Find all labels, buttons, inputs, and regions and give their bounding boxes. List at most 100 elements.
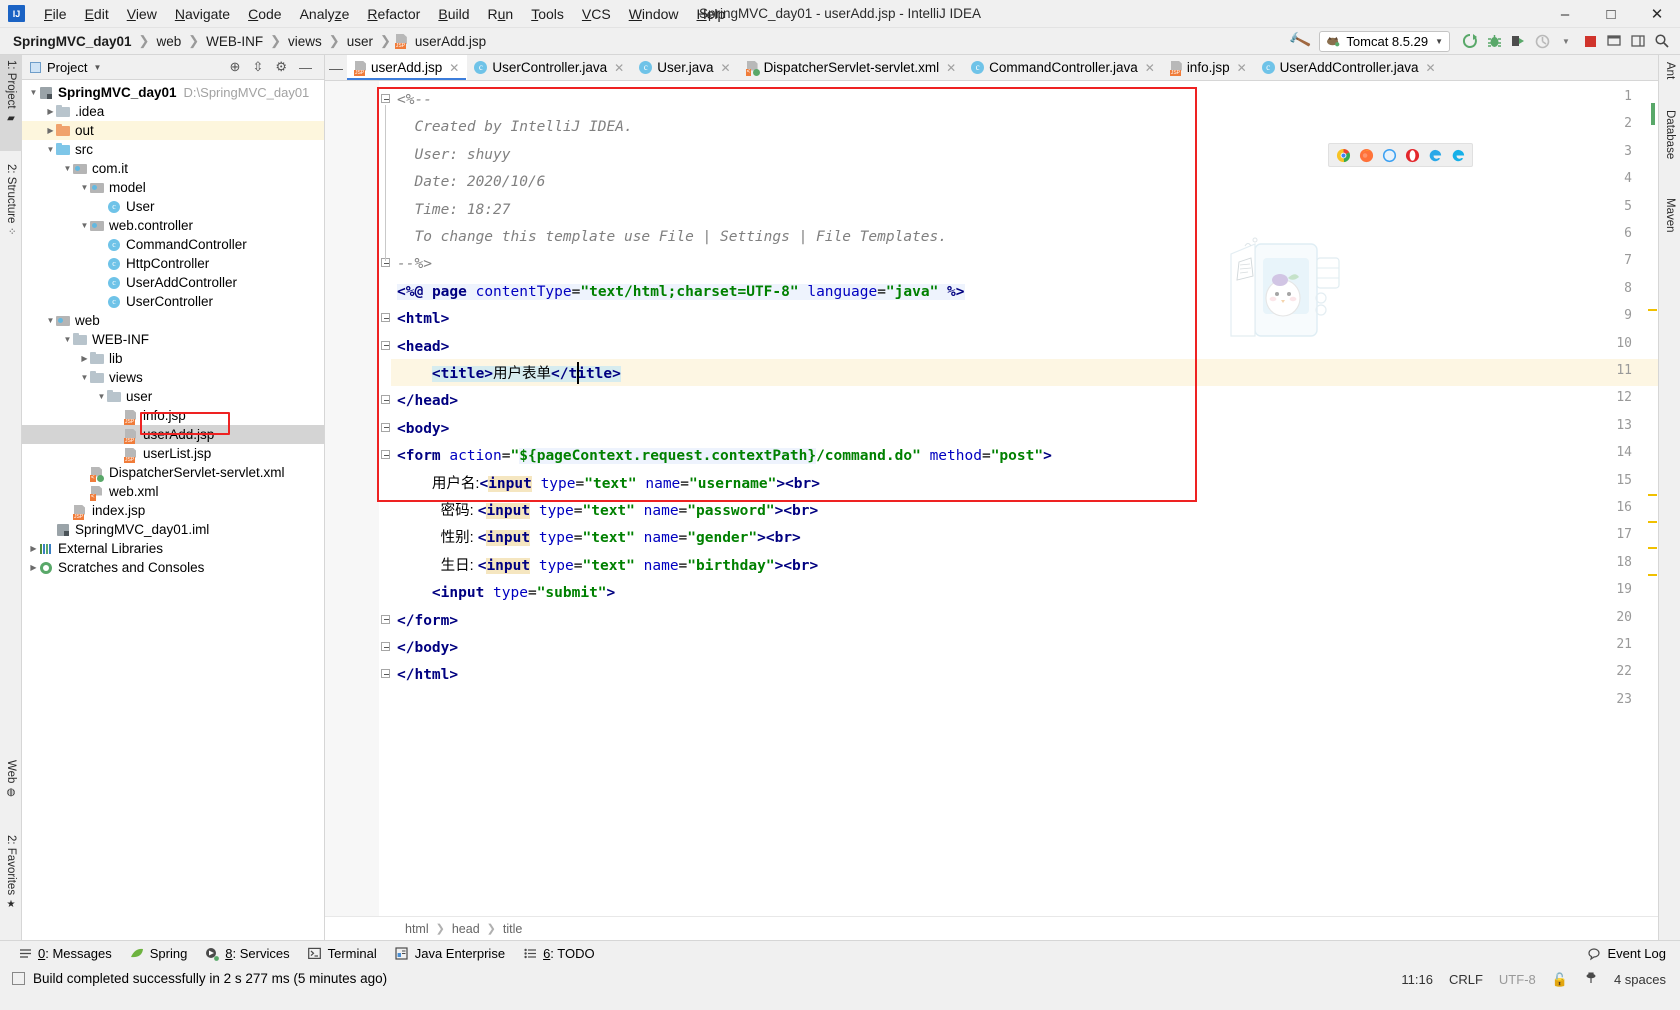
tree-node-userlist-jsp[interactable]: ▶ userList.jsp — [22, 444, 324, 463]
chrome-icon[interactable] — [1335, 147, 1351, 163]
run-configuration-selector[interactable]: Tomcat 8.5.29 ▼ — [1319, 30, 1450, 52]
tree-expand-arrow[interactable]: ▶ — [96, 297, 107, 306]
bottom-tab-6-todo[interactable]: 6: TODO — [523, 946, 595, 961]
tree-node-useradd-jsp[interactable]: ▶ userAdd.jsp — [22, 425, 324, 444]
editor-marker-bar[interactable] — [1646, 81, 1658, 940]
collapse-all-icon[interactable]: ⇳ — [252, 59, 263, 75]
hide-icon[interactable]: — — [299, 60, 312, 75]
code-line[interactable]: </body> — [391, 635, 458, 662]
close-icon[interactable]: ✕ — [1145, 61, 1155, 75]
sidebar-tab-project[interactable]: 1: Project ▰ — [0, 55, 22, 151]
warning-marker[interactable] — [1648, 494, 1657, 496]
code-line[interactable]: Time: 18:27 — [391, 197, 510, 224]
code-line[interactable]: 性别: <input type="text" name="gender"><br… — [391, 525, 801, 552]
breadcrumb-item-views[interactable]: views — [285, 33, 325, 50]
opera-icon[interactable] — [1404, 147, 1420, 163]
code-fold-marker[interactable] — [381, 313, 390, 323]
tree-node-info-jsp[interactable]: ▶ info.jsp — [22, 406, 324, 425]
tree-node-springmvc-day01-iml[interactable]: ▶ SpringMVC_day01.iml — [22, 520, 324, 539]
code-line[interactable]: User: shuyy — [391, 142, 510, 169]
edge-legacy-icon[interactable] — [1427, 147, 1443, 163]
hammer-icon[interactable]: 🔨 — [1287, 28, 1313, 54]
code-line[interactable]: 用户名:<input type="text" name="username"><… — [391, 471, 820, 498]
tree-expand-arrow[interactable]: ▼ — [62, 164, 73, 173]
warning-marker[interactable] — [1648, 309, 1657, 311]
tree-expand-arrow[interactable]: ▼ — [79, 373, 90, 382]
tree-expand-arrow[interactable]: ▶ — [113, 411, 124, 420]
bottom-tab-0-messages[interactable]: 0: Messages — [18, 946, 112, 961]
tree-expand-arrow[interactable]: ▼ — [96, 392, 107, 401]
target-icon[interactable]: ⊕ — [230, 59, 241, 75]
tree-node-index-jsp[interactable]: ▶ index.jsp — [22, 501, 324, 520]
build-status-message[interactable]: Build completed successfully in 2 s 277 … — [12, 971, 387, 986]
code-line[interactable]: Date: 2020/10/6 — [391, 169, 545, 196]
maximize-button[interactable]: □ — [1588, 0, 1634, 28]
tree-node-web-controller[interactable]: ▼ web.controller — [22, 216, 324, 235]
code-line[interactable]: 密码: <input type="text" name="password"><… — [391, 498, 818, 525]
code-line[interactable]: <%@ page contentType="text/html;charset=… — [391, 279, 965, 306]
code-fold-marker[interactable] — [381, 642, 390, 651]
warning-marker[interactable] — [1648, 547, 1657, 549]
code-line[interactable]: </head> — [391, 388, 458, 415]
bottom-tab-java-enterprise[interactable]: Java Enterprise — [395, 946, 505, 961]
code-line[interactable]: 生日: <input type="text" name="birthday"><… — [391, 553, 818, 580]
tree-expand-arrow[interactable]: ▶ — [45, 525, 56, 534]
close-icon[interactable]: ✕ — [1237, 61, 1247, 75]
code-line[interactable]: <head> — [391, 334, 449, 361]
tree-node-out[interactable]: ▶ out — [22, 121, 324, 140]
tree-node-springmvc-day01[interactable]: ▼ SpringMVC_day01 D:\SpringMVC_day01 — [22, 83, 324, 102]
code-line[interactable]: <input type="submit"> — [391, 580, 615, 607]
tree-expand-arrow[interactable]: ▼ — [62, 335, 73, 344]
event-log-button[interactable]: Event Log — [1587, 946, 1666, 961]
stop-icon[interactable] — [1579, 30, 1601, 52]
code-fold-marker[interactable] — [381, 94, 390, 103]
code-line[interactable]: To change this template use File | Setti… — [391, 224, 947, 251]
tree-expand-arrow[interactable]: ▶ — [113, 430, 124, 439]
tree-node-scratches-and-consoles[interactable]: ▶ Scratches and Consoles — [22, 558, 324, 577]
debug-icon[interactable] — [1483, 30, 1505, 52]
code-line[interactable]: <form action="${pageContext.request.cont… — [391, 443, 1052, 470]
chevron-down-icon[interactable]: ▼ — [93, 63, 101, 72]
editor-breadcrumb-title[interactable]: title — [503, 922, 522, 936]
tree-expand-arrow[interactable]: ▶ — [79, 487, 90, 496]
tree-expand-arrow[interactable]: ▶ — [45, 107, 56, 116]
menu-code[interactable]: Code — [239, 3, 290, 25]
sidebar-tab-ant[interactable]: Ant — [1659, 57, 1680, 99]
tree-expand-arrow[interactable]: ▶ — [28, 544, 39, 553]
editor-tab-useraddcontroller-java[interactable]: c UserAddController.java ✕ — [1255, 55, 1444, 80]
code-fold-marker[interactable] — [381, 450, 390, 460]
run-with-coverage-icon[interactable] — [1507, 30, 1529, 52]
menu-refactor[interactable]: Refactor — [358, 3, 429, 25]
unlocked-icon[interactable]: 🔓 — [1552, 972, 1568, 988]
menu-help[interactable]: Help — [688, 3, 735, 25]
editor-tab-bar[interactable]: — userAdd.jsp ✕ c UserController.java ✕ c User… — [325, 55, 1658, 81]
menu-window[interactable]: Window — [620, 3, 688, 25]
indent-setting[interactable]: 4 spaces — [1614, 972, 1666, 987]
breadcrumb-item-file[interactable]: userAdd.jsp — [412, 33, 489, 50]
editor-tab-useradd-jsp[interactable]: userAdd.jsp ✕ — [347, 55, 468, 80]
warning-marker[interactable] — [1648, 574, 1657, 576]
tree-node-user[interactable]: ▶c User — [22, 197, 324, 216]
tree-expand-arrow[interactable]: ▶ — [96, 202, 107, 211]
browser-launch-popup[interactable] — [1328, 143, 1473, 167]
file-encoding[interactable]: UTF-8 — [1499, 972, 1536, 987]
line-separator[interactable]: CRLF — [1449, 972, 1483, 987]
code-line[interactable]: <body> — [391, 416, 449, 443]
settings-icon[interactable] — [1603, 30, 1625, 52]
code-fold-marker[interactable] — [381, 395, 390, 405]
menu-build[interactable]: Build — [429, 3, 478, 25]
menu-edit[interactable]: Edit — [76, 3, 118, 25]
hide-tabs-icon[interactable]: — — [325, 55, 347, 80]
editor-tab-usercontroller-java[interactable]: c UserController.java ✕ — [467, 55, 632, 80]
code-fold-marker[interactable] — [381, 422, 390, 432]
code-fold-marker[interactable] — [381, 669, 390, 679]
tree-node-usercontroller[interactable]: ▶c UserController — [22, 292, 324, 311]
tree-node-com-it[interactable]: ▼ com.it — [22, 159, 324, 178]
bottom-tab-spring[interactable]: Spring — [130, 946, 187, 961]
tree-node-web-xml[interactable]: ▶ web.xml — [22, 482, 324, 501]
menu-file[interactable]: File — [35, 3, 76, 25]
tree-node-httpcontroller[interactable]: ▶c HttpController — [22, 254, 324, 273]
close-icon[interactable]: ✕ — [721, 61, 731, 75]
gear-icon[interactable]: ⚙ — [275, 59, 287, 75]
tree-node--idea[interactable]: ▶ .idea — [22, 102, 324, 121]
